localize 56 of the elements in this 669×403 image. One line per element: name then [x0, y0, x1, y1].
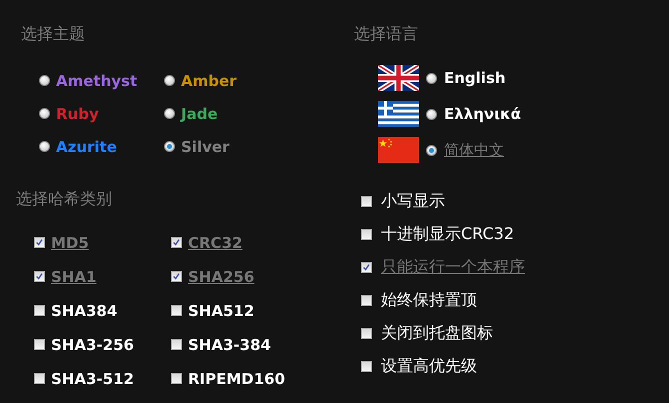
option-label: MD5 — [51, 232, 89, 252]
radio-button[interactable] — [39, 141, 50, 152]
flag-icon — [378, 65, 419, 91]
option-label: 简体中文 — [444, 140, 504, 160]
checkbox[interactable] — [361, 196, 372, 206]
section-title: 选择主题 — [21, 25, 85, 43]
checkbox[interactable] — [34, 305, 45, 316]
checkbox[interactable] — [34, 271, 45, 282]
option-label: CRC32 — [188, 232, 242, 252]
option-label: RIPEMD160 — [188, 368, 286, 388]
radio-button[interactable] — [164, 141, 175, 152]
option-label: SHA384 — [51, 300, 118, 320]
radio-button[interactable] — [426, 72, 437, 84]
option-label: Amber — [181, 70, 237, 90]
option-label: SHA3-256 — [51, 334, 134, 354]
option-label: 十进制显示CRC32 — [381, 224, 514, 244]
option-label: SHA3-512 — [51, 368, 134, 388]
checkbox[interactable] — [361, 228, 372, 240]
checkbox[interactable] — [361, 360, 372, 372]
checkbox[interactable] — [171, 373, 182, 384]
checkbox[interactable] — [171, 339, 182, 350]
radio-button[interactable] — [39, 75, 50, 86]
option-label: English — [444, 68, 506, 88]
section-title: 选择语言 — [354, 25, 418, 43]
option-label: SHA512 — [188, 300, 254, 320]
option-label: Ελληνικά — [444, 104, 521, 124]
flag-icon — [378, 101, 419, 127]
option-label: Silver — [181, 136, 230, 156]
checkbox[interactable] — [34, 237, 45, 248]
radio-button[interactable] — [426, 144, 437, 156]
checkbox[interactable] — [171, 271, 182, 282]
option-label: 关闭到托盘图标 — [381, 323, 493, 343]
radio-button[interactable] — [164, 108, 175, 119]
checkbox[interactable] — [171, 237, 182, 248]
option-label: Amethyst — [56, 70, 138, 90]
option-label: SHA256 — [188, 266, 254, 286]
section-title: 选择哈希类别 — [16, 190, 112, 208]
option-label: SHA3-384 — [188, 334, 271, 354]
option-label: 始终保持置顶 — [381, 290, 477, 310]
option-label: Azurite — [56, 136, 117, 156]
radio-button[interactable] — [39, 108, 50, 119]
radio-button[interactable] — [426, 108, 437, 120]
option-label: 只能运行一个本程序 — [381, 257, 525, 277]
checkbox[interactable] — [34, 339, 45, 350]
checkbox[interactable] — [361, 328, 372, 338]
checkbox[interactable] — [34, 373, 45, 384]
option-label: SHA1 — [51, 266, 96, 286]
checkbox[interactable] — [171, 305, 182, 316]
checkbox[interactable] — [361, 262, 372, 272]
checkbox[interactable] — [361, 294, 372, 306]
option-label: Jade — [181, 104, 218, 124]
option-label: Ruby — [56, 104, 99, 124]
option-label: 小写显示 — [381, 191, 445, 211]
radio-button[interactable] — [164, 75, 175, 86]
flag-icon — [378, 137, 419, 163]
option-label: 设置高优先级 — [381, 356, 477, 376]
